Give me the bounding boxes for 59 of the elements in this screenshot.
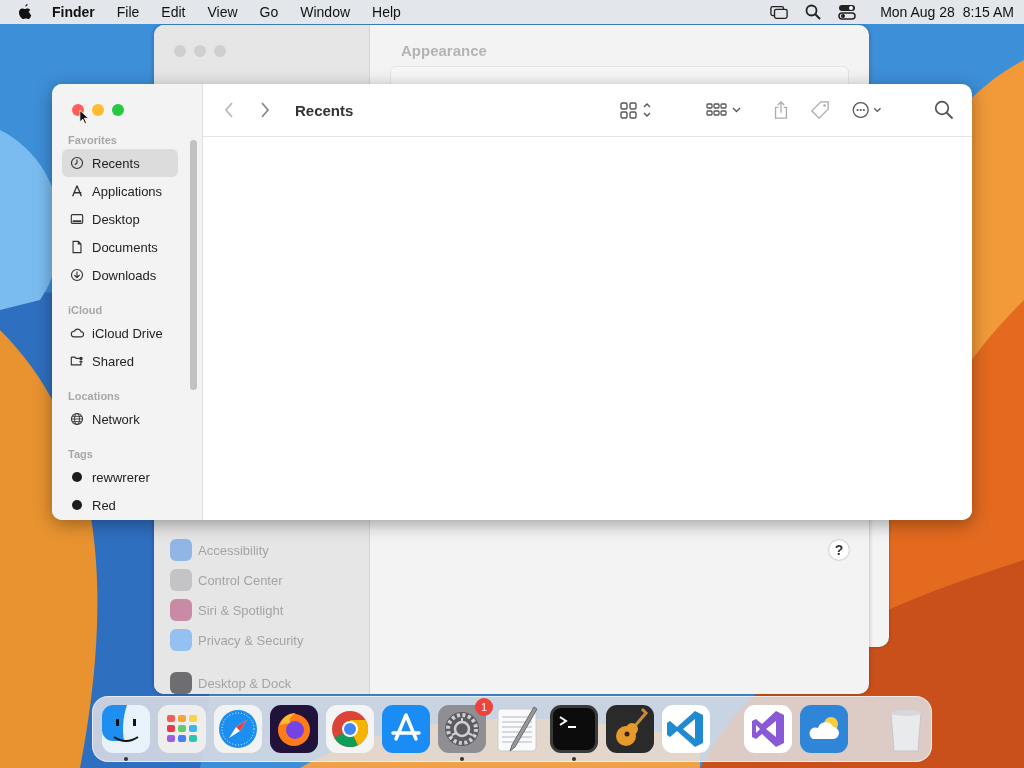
menu-item[interactable]: File [116, 4, 140, 20]
running-indicator [572, 757, 576, 761]
guitar-icon[interactable] [606, 705, 654, 753]
clock-icon [70, 156, 84, 170]
search-icon[interactable] [804, 4, 823, 20]
sidebar-item[interactable]: Shared [62, 347, 178, 375]
code-editor-icon[interactable] [662, 705, 710, 753]
menu-item[interactable]: Help [372, 4, 401, 20]
menu-item[interactable]: Go [259, 4, 279, 20]
download-icon [70, 268, 84, 282]
search-icon[interactable] [934, 100, 954, 120]
menu-item[interactable]: Edit [161, 4, 186, 20]
sidebar-item[interactable]: Network [62, 405, 178, 433]
apple-logo-icon[interactable] [18, 4, 32, 20]
sidebar-item[interactable]: Recents [62, 149, 178, 177]
section-heading: Tags [67, 447, 94, 462]
app-grid-icon[interactable] [158, 705, 206, 753]
group-icon[interactable] [706, 101, 742, 119]
sidebar-item[interactable]: rewwrerer [62, 463, 178, 491]
clock[interactable]: Mon Aug 28 8:15 AM [880, 4, 1014, 20]
globe-icon [70, 412, 84, 426]
running-indicator [460, 757, 464, 761]
sidebar-item[interactable]: Red [62, 491, 178, 519]
sidebar-item[interactable]: Documents [62, 233, 178, 261]
menu-item[interactable]: View [207, 4, 238, 20]
finder-icon[interactable] [102, 705, 150, 753]
section-heading: iCloud [67, 303, 104, 318]
cursor-icon [79, 109, 89, 125]
sidebar-item[interactable]: Applications [62, 177, 178, 205]
scrollbar[interactable] [190, 140, 197, 390]
terminal-icon[interactable] [550, 705, 598, 753]
compass-icon[interactable] [214, 705, 262, 753]
screen-mirroring-icon[interactable] [770, 4, 789, 20]
notification-badge: 1 [475, 698, 493, 716]
running-indicator [124, 757, 128, 761]
toggle-switches-icon[interactable] [838, 4, 857, 20]
sidebar-item[interactable]: Desktop [62, 205, 178, 233]
more-icon[interactable] [850, 101, 884, 119]
cloud-sun-icon[interactable] [800, 705, 848, 753]
document-icon [70, 240, 84, 254]
help-button[interactable]: ? [829, 540, 849, 560]
infinity-shape-icon[interactable] [744, 705, 792, 753]
shared-folder-icon [70, 354, 84, 368]
app-store-icon[interactable] [382, 705, 430, 753]
display-icon [70, 212, 84, 226]
window-title: Appearance [400, 41, 488, 61]
sidebar-item[interactable]: Downloads [62, 261, 178, 289]
section-heading: Favorites [67, 133, 118, 148]
share-icon[interactable] [772, 100, 790, 120]
sidebar-item[interactable]: iCloud Drive [62, 319, 178, 347]
section-heading: Locations [67, 389, 121, 404]
cloud-icon [70, 326, 84, 340]
zoom-button[interactable] [112, 104, 124, 116]
menu-item[interactable]: Finder [52, 4, 95, 20]
menu-item[interactable]: Window [300, 4, 351, 20]
window-title: Recents [295, 101, 354, 119]
forward-icon[interactable] [259, 101, 271, 119]
gear-icon[interactable] [438, 705, 486, 753]
tag-icon[interactable] [810, 100, 830, 120]
